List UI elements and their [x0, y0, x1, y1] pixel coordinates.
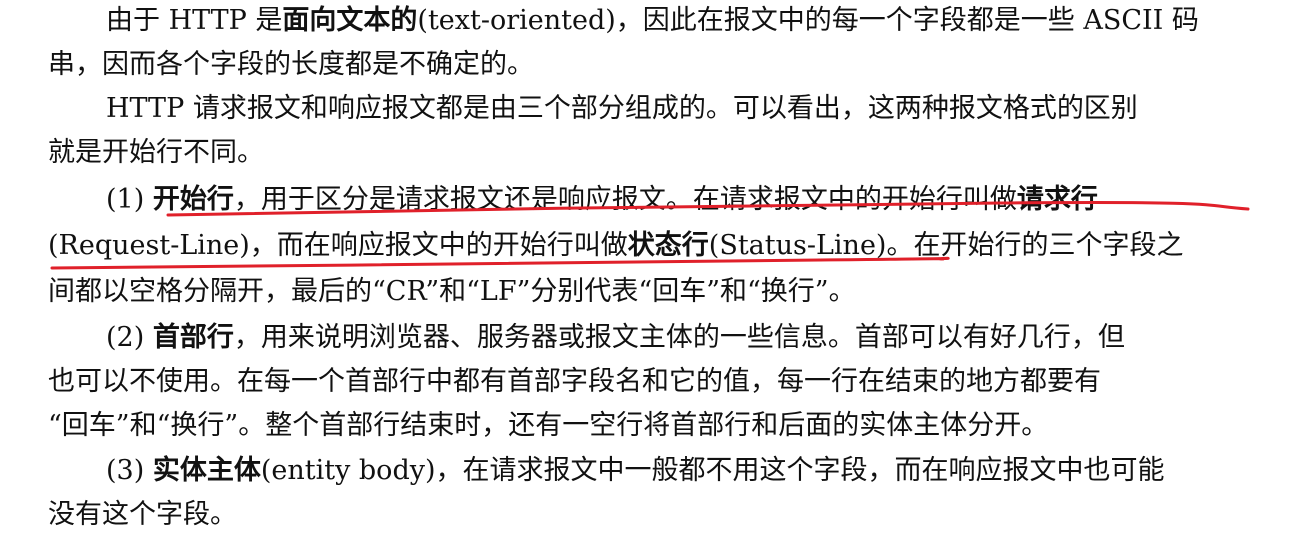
p5-text-a: (3): [106, 455, 153, 486]
p3-bold-start-line: 开始行: [152, 184, 234, 215]
p4-line-3: “回车”和“换行”。整个首部行结束时，还有一空行将首部行和后面的实体主体分开。: [48, 406, 1048, 446]
p4-text-l2: 也可以不使用。在每一个首部行中都有首部字段名和它的值，每一行在结束的地方都要有: [48, 366, 1101, 397]
p2-text-l2: 就是开始行不同。: [48, 137, 264, 168]
p4-bold-header-line: 首部行: [152, 322, 234, 353]
p4-text-l3: “回车”和“换行”。整个首部行结束时，还有一空行将首部行和后面的实体主体分开。: [48, 410, 1049, 441]
p5-text-l2: 没有这个字段。: [48, 499, 237, 530]
p1-line-1: 由于 HTTP 是面向文本的(text-oriented)，因此在报文中的每一个…: [106, 1, 1199, 41]
p1-bold-term: 面向文本的: [282, 5, 418, 36]
p2-text-l1: HTTP 请求报文和响应报文都是由三个部分组成的。可以看出，这两种报文格式的区别: [106, 93, 1138, 124]
p3-text-l2c: (Status-Line)。在开始行的三个字段之: [708, 230, 1184, 261]
p2-line-1: HTTP 请求报文和响应报文都是由三个部分组成的。可以看出，这两种报文格式的区别: [106, 89, 1138, 129]
p4-text-a: (2): [106, 322, 153, 353]
p4-line-2: 也可以不使用。在每一个首部行中都有首部字段名和它的值，每一行在结束的地方都要有: [48, 362, 1101, 402]
p4-text-c: ，用来说明浏览器、服务器或报文主体的一些信息。首部可以有好几行，但: [233, 322, 1125, 353]
p3-line-1: (1) 开始行，用于区分是请求报文还是响应报文。在请求报文中的开始行叫做请求行: [106, 180, 1098, 220]
p1-text-c: (text-oriented)，因此在报文中的每一个字段都是一些 ASCII 码: [417, 5, 1199, 36]
p3-text-l3: 间都以空格分隔开，最后的“CR”和“LF”分别代表“回车”和“换行”。: [48, 276, 856, 307]
p3-bold-request-line: 请求行: [1016, 184, 1098, 215]
p5-text-c: (entity body)，在请求报文中一般都不用这个字段，而在响应报文中也可能: [260, 455, 1165, 486]
p3-text-l2a: (Request-Line)，而在响应报文中的开始行叫做: [48, 230, 628, 261]
p5-bold-entity-body: 实体主体: [152, 455, 261, 486]
p1-text-a: 由于 HTTP 是: [106, 5, 283, 36]
p3-text-a: (1): [106, 184, 153, 215]
p1-text-l2: 串，因而各个字段的长度都是不确定的。: [48, 49, 534, 80]
p4-line-1: (2) 首部行，用来说明浏览器、服务器或报文主体的一些信息。首部可以有好几行，但: [106, 318, 1125, 358]
p5-line-2: 没有这个字段。: [48, 495, 237, 535]
p3-text-c: ，用于区分是请求报文还是响应报文。在请求报文中的开始行叫做: [233, 184, 1017, 215]
p2-line-2: 就是开始行不同。: [48, 133, 264, 173]
p3-line-2: (Request-Line)，而在响应报文中的开始行叫做状态行(Status-L…: [48, 226, 1183, 266]
p5-line-1: (3) 实体主体(entity body)，在请求报文中一般都不用这个字段，而在…: [106, 451, 1165, 491]
p3-line-3: 间都以空格分隔开，最后的“CR”和“LF”分别代表“回车”和“换行”。: [48, 272, 856, 312]
p3-bold-status-line: 状态行: [627, 230, 709, 261]
p1-line-2: 串，因而各个字段的长度都是不确定的。: [48, 45, 534, 85]
